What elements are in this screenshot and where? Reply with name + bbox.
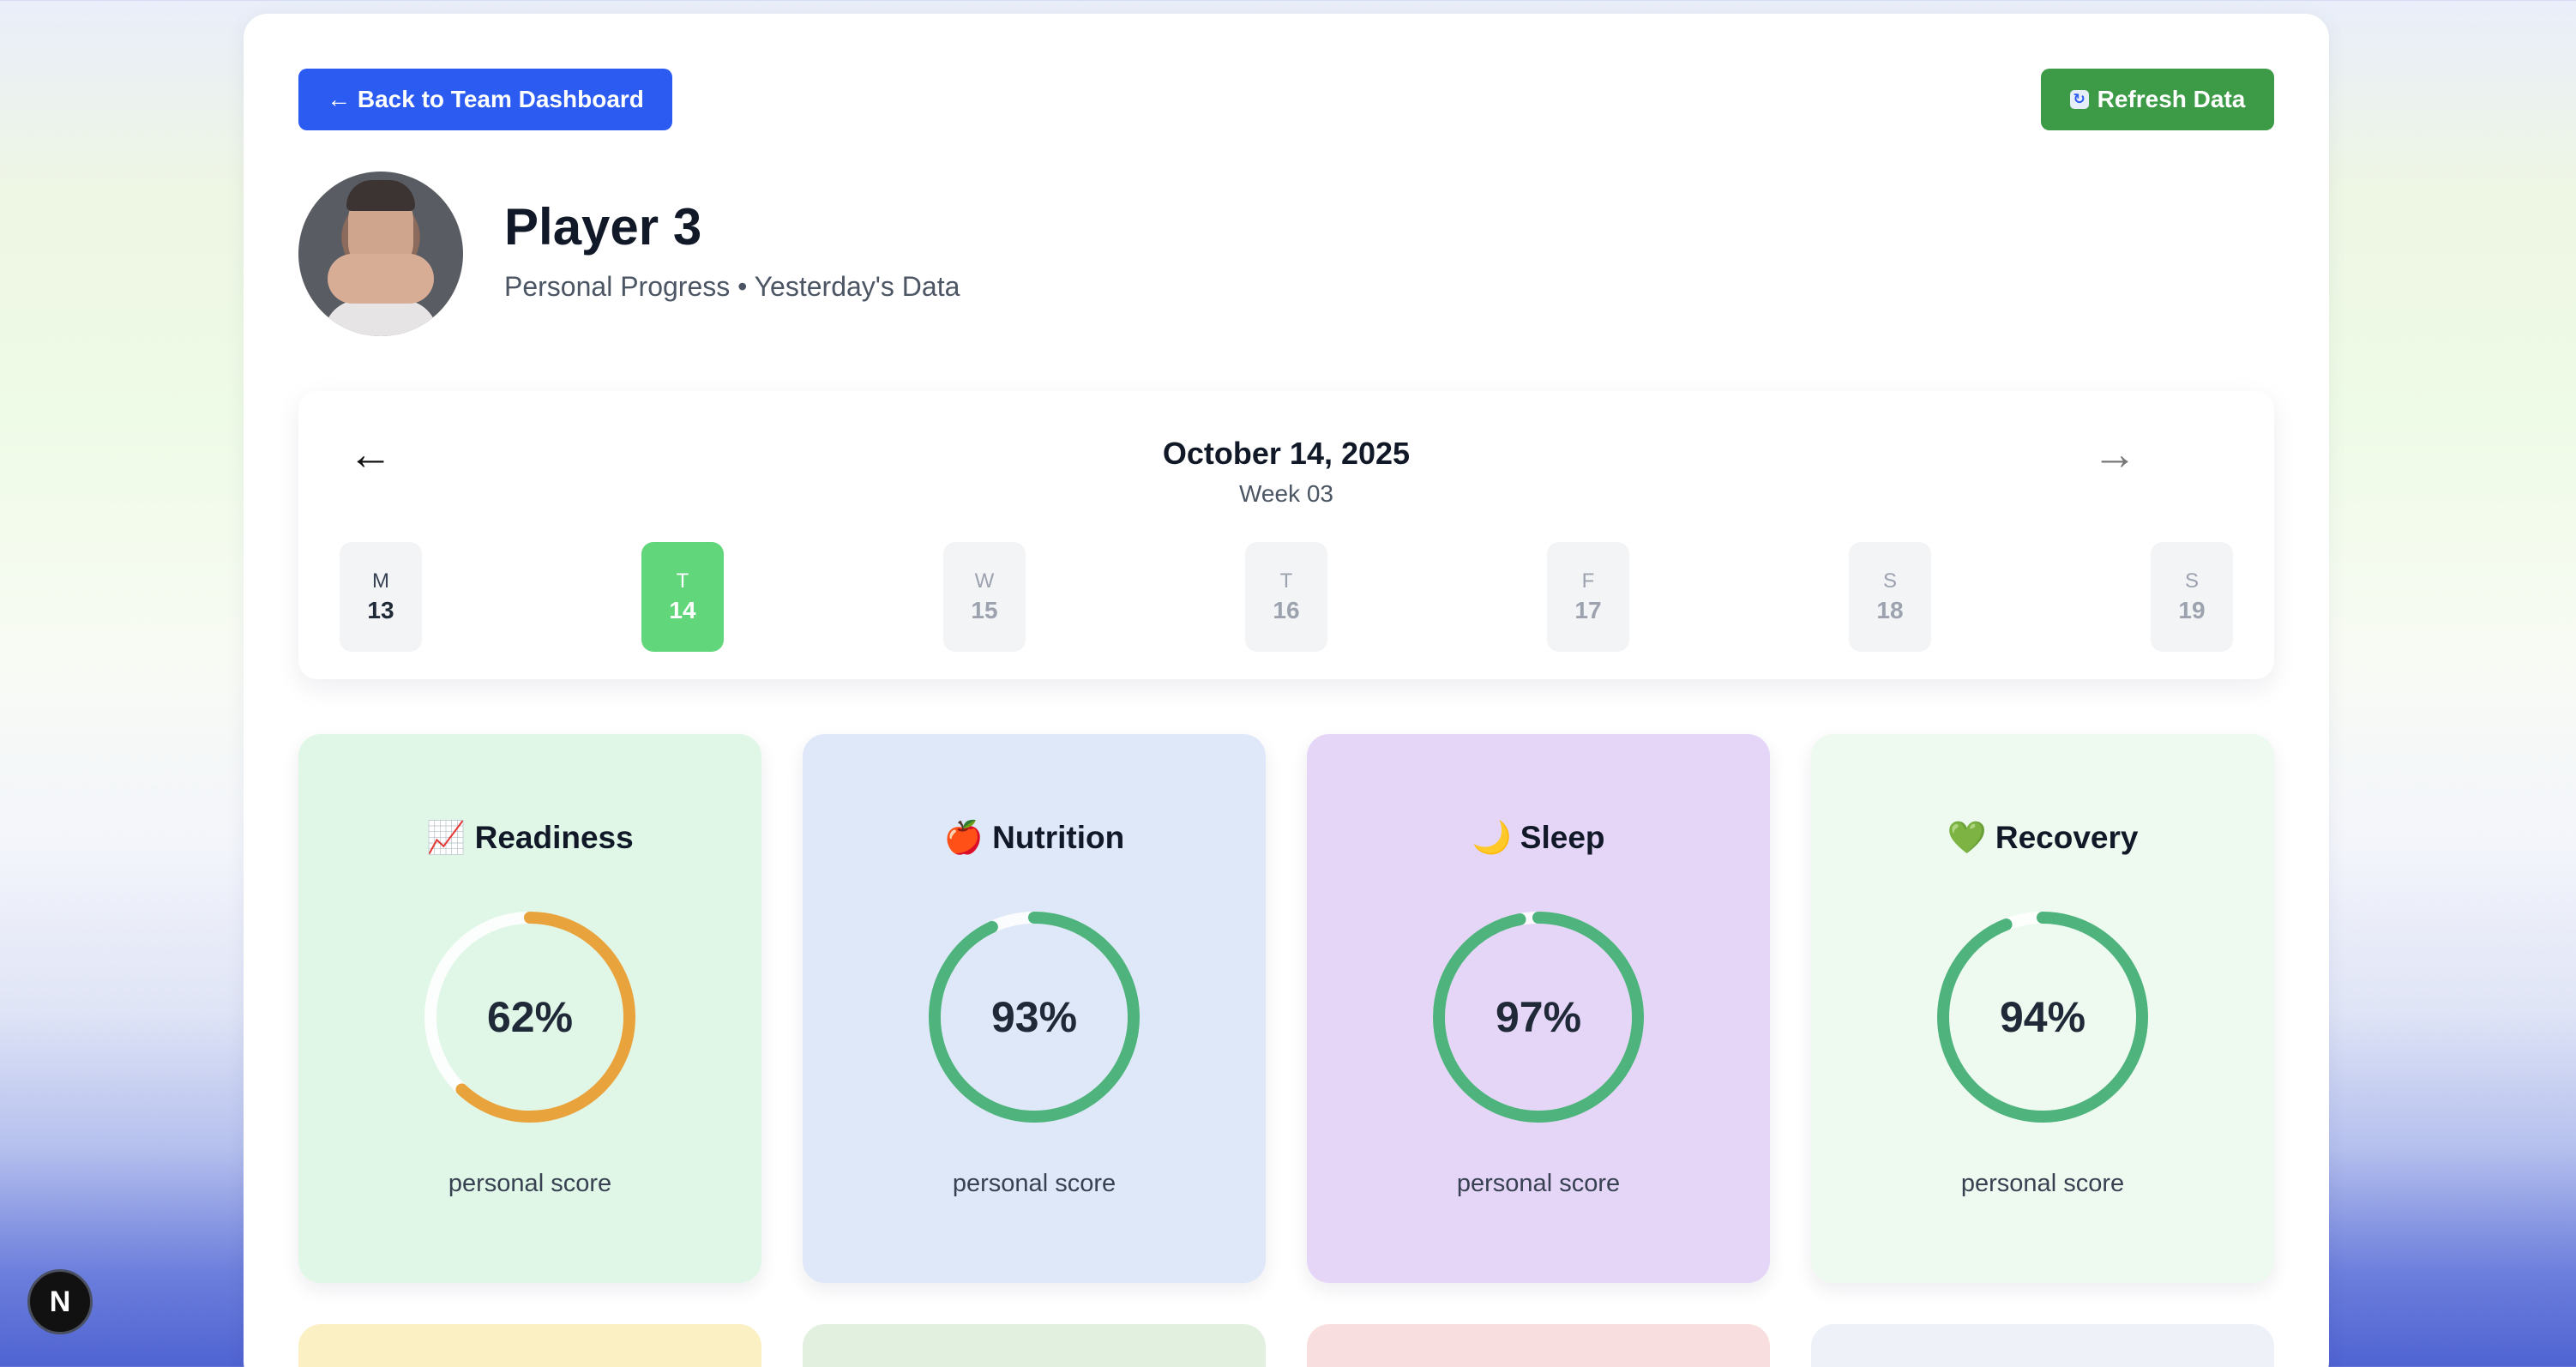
metric-title: 🍎 Nutrition bbox=[943, 820, 1125, 855]
day-button[interactable]: T 14 bbox=[641, 542, 724, 652]
player-subtitle: Personal Progress • Yesterday's Data bbox=[504, 271, 960, 302]
progress-ring: 97% bbox=[1427, 906, 1650, 1129]
back-label: ← Back to Team Dashboard bbox=[327, 86, 644, 112]
metric-card-sleep[interactable]: 🌙 Sleep 97% personal score bbox=[1307, 734, 1770, 1283]
metric-card-nutrition[interactable]: 🍎 Nutrition 93% personal score bbox=[803, 734, 1266, 1283]
player-name: Player 3 bbox=[504, 198, 702, 256]
avatar bbox=[298, 172, 463, 336]
selected-date: October 14, 2025 bbox=[1162, 436, 1411, 471]
next-day-arrow-icon[interactable]: → bbox=[2092, 429, 2137, 480]
refresh-icon: ↻ bbox=[2069, 90, 2089, 109]
day-button[interactable]: M 13 bbox=[340, 542, 422, 652]
metric-title: 🌙 Sleep bbox=[1472, 820, 1605, 855]
refresh-label: Refresh Data bbox=[2097, 86, 2246, 112]
metric-title: 📈 Readiness bbox=[426, 820, 634, 855]
metric-card-recovery[interactable]: 💚 Recovery 94% personal score bbox=[1811, 734, 2274, 1283]
progress-ring: 94% bbox=[1931, 906, 2154, 1129]
metric-card-partial bbox=[1811, 1324, 2274, 1367]
metric-caption: personal score bbox=[1456, 1170, 1621, 1197]
week-label: Week 03 bbox=[1239, 480, 1333, 507]
day-button[interactable]: T 16 bbox=[1245, 542, 1327, 652]
refresh-data-button[interactable]: ↻ Refresh Data bbox=[2041, 69, 2274, 130]
next-dev-badge[interactable]: N bbox=[27, 1269, 93, 1334]
day-button[interactable]: S 19 bbox=[2151, 542, 2233, 652]
progress-ring: 62% bbox=[418, 906, 641, 1129]
player-detail-panel: ← Back to Team Dashboard ↻ Refresh Data … bbox=[244, 14, 2329, 1367]
metric-card-partial bbox=[298, 1324, 761, 1367]
day-button[interactable]: F 17 bbox=[1547, 542, 1629, 652]
metric-card-readiness[interactable]: 📈 Readiness 62% personal score bbox=[298, 734, 761, 1283]
metric-card-partial bbox=[1307, 1324, 1770, 1367]
metric-title: 💚 Recovery bbox=[1947, 820, 2139, 855]
day-button[interactable]: S 18 bbox=[1849, 542, 1931, 652]
metric-caption: personal score bbox=[1960, 1170, 2125, 1197]
day-button[interactable]: W 15 bbox=[943, 542, 1026, 652]
metric-caption: personal score bbox=[952, 1170, 1116, 1197]
back-to-team-dashboard-button[interactable]: ← Back to Team Dashboard bbox=[298, 69, 672, 130]
date-navigator: ← October 14, 2025 Week 03 → M 13 T 14 W 15… bbox=[298, 391, 2274, 679]
metric-card-partial bbox=[803, 1324, 1266, 1367]
metric-caption: personal score bbox=[448, 1170, 612, 1197]
progress-ring: 93% bbox=[923, 906, 1146, 1129]
